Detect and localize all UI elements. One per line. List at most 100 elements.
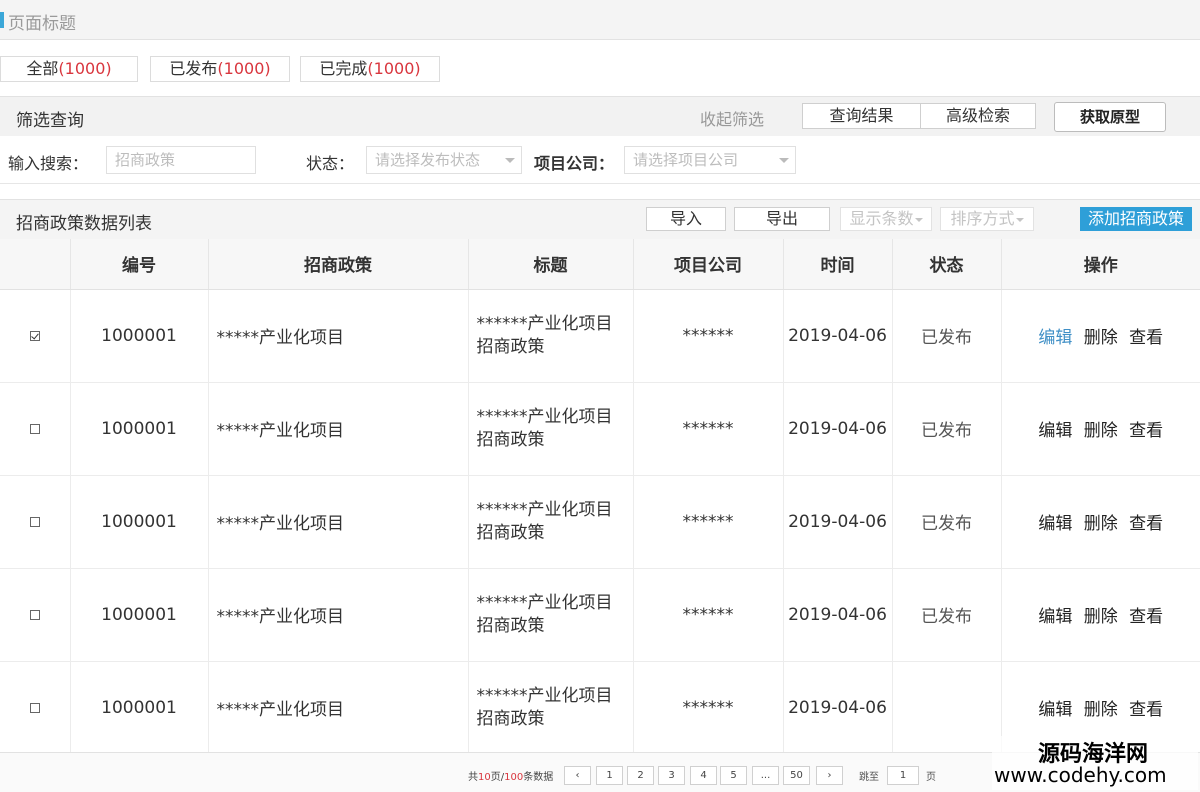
delete-link[interactable]: 删除: [1084, 323, 1118, 348]
page-button[interactable]: 1: [596, 766, 623, 785]
company-placeholder: 请选择项目公司: [633, 151, 739, 169]
total-items: 100: [504, 772, 524, 783]
search-label: 输入搜索：: [8, 154, 89, 173]
search-input[interactable]: 招商政策: [106, 146, 256, 174]
page-ellipsis: ...: [752, 766, 779, 785]
cell-date: 2019-04-06: [783, 475, 893, 569]
header-time: 时间: [783, 239, 893, 290]
cell-id: 1000001: [70, 475, 209, 569]
row-checkbox[interactable]: [29, 330, 40, 341]
row-checkbox[interactable]: [29, 423, 40, 434]
sort-select[interactable]: 排序方式: [940, 207, 1034, 231]
chevron-down-icon: [505, 158, 515, 163]
cell-company: ******: [633, 568, 784, 662]
table-row: 1000001 *****产业化项目 ******产业化项目招商政策 *****…: [0, 289, 1200, 383]
status-select[interactable]: 请选择发布状态: [366, 146, 522, 174]
cell-id: 1000001: [70, 661, 209, 755]
import-button[interactable]: 导入: [646, 207, 726, 231]
summary-suffix: 条数据: [523, 772, 554, 783]
cell-policy: *****产业化项目: [208, 382, 469, 476]
tab-completed[interactable]: 已完成(1000): [300, 56, 440, 82]
tab-published[interactable]: 已发布(1000): [150, 56, 290, 82]
header-company: 项目公司: [633, 239, 784, 290]
header-id: 编号: [70, 239, 209, 290]
cell-status: 已发布: [892, 475, 1002, 569]
collapse-filter-link[interactable]: 收起筛选: [700, 106, 764, 130]
query-result-button[interactable]: 查询结果: [802, 103, 921, 129]
page-button[interactable]: 2: [627, 766, 654, 785]
cell-id: 1000001: [70, 289, 209, 383]
tab-completed-count: (1000): [367, 59, 421, 78]
advanced-search-button[interactable]: 高级检索: [920, 103, 1036, 129]
chevron-down-icon: [779, 158, 789, 163]
row-checkbox[interactable]: [29, 609, 40, 620]
view-link[interactable]: 查看: [1129, 416, 1163, 441]
edit-link[interactable]: 编辑: [1038, 602, 1072, 627]
edit-link[interactable]: 编辑: [1038, 695, 1072, 720]
export-button[interactable]: 导出: [734, 207, 830, 231]
cell-actions: 编辑 删除 查看: [1001, 289, 1200, 383]
cell-id: 1000001: [70, 568, 209, 662]
cell-policy: *****产业化项目: [208, 289, 469, 383]
cell-company: ******: [633, 382, 784, 476]
header-title: 标题: [468, 239, 634, 290]
filter-header: 筛选查询 收起筛选 查询结果 高级检索 获取原型: [0, 96, 1200, 136]
cell-title: ******产业化项目招商政策: [468, 475, 634, 569]
delete-link[interactable]: 删除: [1084, 416, 1118, 441]
cell-company: ******: [633, 475, 784, 569]
title-accent-bar: [0, 12, 4, 28]
delete-link[interactable]: 删除: [1084, 602, 1118, 627]
page-button[interactable]: 3: [658, 766, 685, 785]
delete-link[interactable]: 删除: [1084, 695, 1118, 720]
prev-page-button[interactable]: ‹: [564, 766, 591, 785]
cell-actions: 编辑 删除 查看: [1001, 568, 1200, 662]
edit-link[interactable]: 编辑: [1038, 323, 1072, 348]
add-policy-button[interactable]: 添加招商政策: [1080, 207, 1192, 231]
display-count-select[interactable]: 显示条数: [840, 207, 932, 231]
cell-title: ******产业化项目招商政策: [468, 661, 634, 755]
list-header: 招商政策数据列表 导入 导出 显示条数 排序方式 添加招商政策: [0, 199, 1200, 239]
list-title: 招商政策数据列表: [16, 214, 152, 234]
company-label: 项目公司：: [534, 154, 615, 173]
cell-date: 2019-04-06: [783, 568, 893, 662]
cell-policy: *****产业化项目: [208, 568, 469, 662]
header-actions: 操作: [1001, 239, 1200, 290]
cell-actions: 编辑 删除 查看: [1001, 382, 1200, 476]
row-checkbox[interactable]: [29, 702, 40, 713]
view-link[interactable]: 查看: [1129, 509, 1163, 534]
pagination-summary: 共10页/100条数据: [468, 768, 553, 783]
view-link[interactable]: 查看: [1129, 695, 1163, 720]
edit-link[interactable]: 编辑: [1038, 416, 1072, 441]
row-checkbox[interactable]: [29, 516, 40, 527]
page-button[interactable]: 4: [690, 766, 717, 785]
view-link[interactable]: 查看: [1129, 323, 1163, 348]
jump-page-input[interactable]: 1: [887, 766, 919, 785]
filter-title: 筛选查询: [16, 111, 84, 131]
cell-company: ******: [633, 661, 784, 755]
edit-link[interactable]: 编辑: [1038, 509, 1072, 534]
search-placeholder: 招商政策: [115, 151, 176, 169]
display-count-label: 显示条数: [849, 209, 914, 228]
table-row: 1000001 *****产业化项目 ******产业化项目招商政策 *****…: [0, 568, 1200, 662]
tab-all-count: (1000): [58, 59, 112, 78]
delete-link[interactable]: 删除: [1084, 509, 1118, 534]
view-link[interactable]: 查看: [1129, 602, 1163, 627]
cell-date: 2019-04-06: [783, 382, 893, 476]
page-button[interactable]: 50: [783, 766, 810, 785]
get-prototype-button[interactable]: 获取原型: [1054, 102, 1166, 132]
header-status: 状态: [892, 239, 1002, 290]
page-button[interactable]: 5: [720, 766, 747, 785]
next-page-button[interactable]: ›: [816, 766, 843, 785]
tab-all[interactable]: 全部(1000): [0, 56, 138, 82]
watermark-url: www.codehy.com: [994, 763, 1167, 787]
page-unit-label: 页: [926, 772, 936, 783]
sort-label: 排序方式: [950, 209, 1015, 228]
cell-title: ******产业化项目招商政策: [468, 382, 634, 476]
cell-company: ******: [633, 289, 784, 383]
company-select[interactable]: 请选择项目公司: [624, 146, 796, 174]
chevron-down-icon: [1015, 217, 1024, 222]
cell-policy: *****产业化项目: [208, 475, 469, 569]
header-policy: 招商政策: [208, 239, 469, 290]
tab-published-count: (1000): [217, 59, 271, 78]
cell-date: 2019-04-06: [783, 661, 893, 755]
